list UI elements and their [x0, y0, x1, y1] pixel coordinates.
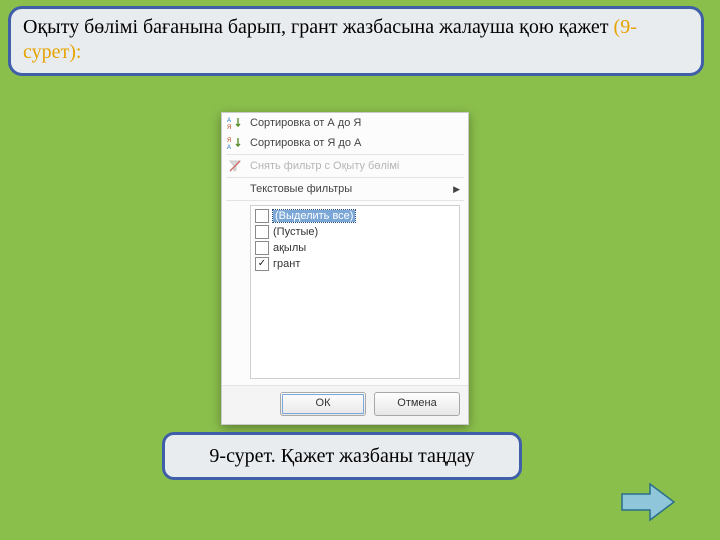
text-filters-label: Текстовые фильтры [250, 183, 447, 195]
filter-value-item[interactable]: (Пустые) [253, 224, 459, 240]
next-arrow-button[interactable] [620, 482, 676, 522]
filter-value-label: грант [273, 258, 300, 270]
clear-filter-item: Снять фильтр с Оқыту бөлімі [222, 156, 468, 176]
checkbox-icon[interactable] [255, 225, 269, 239]
figure-caption: 9-сурет. Қажет жазбаны таңдау [162, 432, 522, 480]
submenu-arrow-icon: ▶ [453, 184, 460, 195]
filter-value-label: (Пустые) [273, 226, 318, 238]
clear-filter-icon [226, 158, 244, 174]
checkbox-icon[interactable] [255, 209, 269, 223]
svg-text:Я: Я [227, 138, 231, 144]
instruction-title: Оқыту бөлімі бағанына барып, грант жазба… [8, 6, 704, 76]
svg-text:Я: Я [227, 125, 231, 130]
dialog-buttons: ОК Отмена [222, 385, 468, 424]
sort-desc-label: Сортировка от Я до А [250, 137, 460, 149]
ok-button[interactable]: ОК [280, 392, 366, 416]
sort-desc-icon: Я А [226, 135, 244, 151]
menu-separator [226, 200, 464, 201]
sort-asc-icon: А Я [226, 115, 244, 131]
menu-separator [226, 154, 464, 155]
sort-asc-label: Сортировка от А до Я [250, 117, 460, 129]
filter-value-label: ақылы [273, 242, 306, 254]
clear-filter-label: Снять фильтр с Оқыту бөлімі [250, 160, 460, 172]
svg-text:А: А [227, 145, 231, 150]
filter-value-item[interactable]: ✓ грант [253, 256, 459, 272]
filter-value-label: (Выделить все) [273, 210, 355, 222]
filter-menu: А Я Сортировка от А до Я Я А Сортировка … [221, 112, 469, 425]
instruction-text: Оқыту бөлімі бағанына барып, грант жазба… [23, 16, 614, 38]
blank-icon [226, 181, 244, 197]
filter-value-select-all[interactable]: (Выделить все) [253, 208, 459, 224]
filter-values-list: (Выделить все) (Пустые) ақылы ✓ грант [250, 205, 460, 379]
sort-asc-item[interactable]: А Я Сортировка от А до Я [222, 113, 468, 133]
cancel-button[interactable]: Отмена [374, 392, 460, 416]
figure-caption-text: 9-сурет. Қажет жазбаны таңдау [209, 445, 474, 468]
checkbox-checked-icon[interactable]: ✓ [255, 257, 269, 271]
sort-desc-item[interactable]: Я А Сортировка от Я до А [222, 133, 468, 153]
checkbox-icon[interactable] [255, 241, 269, 255]
menu-separator [226, 177, 464, 178]
text-filters-item[interactable]: Текстовые фильтры ▶ [222, 179, 468, 199]
filter-value-item[interactable]: ақылы [253, 240, 459, 256]
svg-text:А: А [227, 118, 231, 124]
